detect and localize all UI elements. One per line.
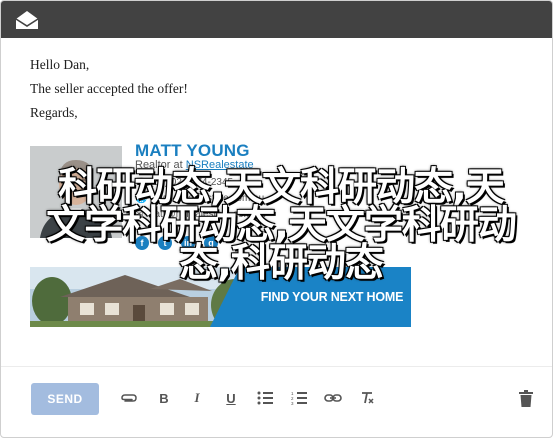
- greeting-text: Hello Dan,: [30, 57, 90, 72]
- top-bar: [1, 1, 552, 38]
- attach-icon[interactable]: [120, 389, 138, 407]
- watermark-overlay: 科研动态,天文科研动态,天文学科研动态,天文学科研动态,科研动态: [46, 165, 517, 286]
- link-icon[interactable]: [324, 389, 342, 407]
- mail-icon[interactable]: [14, 9, 40, 31]
- trash-icon[interactable]: [517, 389, 535, 407]
- svg-text:3: 3: [291, 401, 294, 405]
- closing-text: Regards,: [30, 105, 78, 120]
- clear-format-icon[interactable]: [358, 389, 376, 407]
- italic-icon[interactable]: I: [188, 389, 206, 407]
- signature-name: MATT YOUNG: [135, 141, 250, 160]
- toolbar-divider: [1, 366, 552, 367]
- message-line: The seller accepted the offer!: [30, 81, 188, 96]
- numbered-list-icon[interactable]: 123: [290, 389, 308, 407]
- bold-icon[interactable]: B: [155, 389, 173, 407]
- bulleted-list-icon[interactable]: [256, 389, 274, 407]
- underline-icon[interactable]: U: [222, 389, 240, 407]
- email-compose-window: Hello Dan, The seller accepted the offer…: [0, 0, 553, 438]
- send-button[interactable]: SEND: [31, 383, 99, 415]
